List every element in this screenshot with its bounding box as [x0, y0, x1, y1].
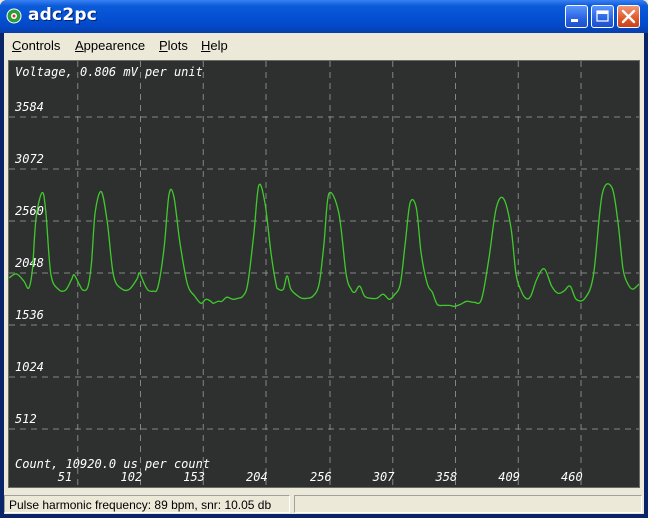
status-panel: Pulse harmonic frequency: 89 bpm, snr: 1… [4, 495, 290, 513]
x-axis-label: Count, 10920.0 us per count [15, 457, 210, 471]
x-tick-label: 51 [58, 470, 72, 484]
menu-plots-label: lots [167, 38, 188, 53]
menu-controls[interactable]: Controls [12, 38, 60, 53]
y-tick-label: 3584 [14, 100, 44, 114]
x-tick-label: 102 [121, 470, 143, 484]
title-bar[interactable]: adc2pc [0, 0, 648, 33]
x-tick-label: 153 [183, 470, 205, 484]
menu-appearence-label: ppearence [83, 38, 146, 53]
x-tick-label: 460 [561, 470, 583, 484]
app-icon [6, 8, 22, 24]
window-body: Controls Appearence Plots Help 512 1024 15… [4, 33, 644, 514]
status-text: Pulse harmonic frequency: 89 bpm, snr: 1… [9, 498, 272, 512]
x-tick-label: 256 [310, 470, 332, 484]
close-button[interactable] [617, 5, 640, 28]
menu-plots[interactable]: Plots [159, 38, 188, 53]
voltage-chart: 512 1024 1536 2048 2560 3072 3584 51 102 153 204 25… [9, 61, 639, 487]
voltage-plot[interactable]: 512 1024 1536 2048 2560 3072 3584 51 102 153 204 25… [8, 60, 640, 488]
maximize-button[interactable] [591, 5, 614, 28]
menu-help[interactable]: Help [201, 38, 228, 53]
minimize-icon [571, 19, 578, 22]
x-tick-label: 204 [246, 470, 268, 484]
menu-help-label: elp [210, 38, 228, 53]
y-tick-label: 1024 [15, 360, 44, 374]
app-window: adc2pc Controls Appearence Plots Help 51… [0, 0, 648, 518]
maximize-icon [596, 10, 609, 22]
status-bar: Pulse harmonic frequency: 89 bpm, snr: 1… [4, 492, 644, 514]
menu-plots-accel: P [159, 38, 168, 53]
y-tick-label: 1536 [15, 308, 44, 322]
x-tick-label: 409 [498, 470, 520, 484]
minimize-button[interactable] [565, 5, 588, 28]
voltage-trace [9, 183, 639, 308]
status-panel-empty [294, 495, 642, 513]
close-icon [621, 9, 636, 24]
menu-help-accel: H [201, 38, 211, 53]
y-tick-label: 3072 [14, 152, 44, 166]
y-axis-label: Voltage, 0.806 mV per unit [15, 65, 203, 79]
menu-appearence[interactable]: Appearence [75, 38, 145, 53]
window-title: adc2pc [28, 5, 97, 25]
menu-controls-accel: C [12, 38, 22, 53]
x-tick-label: 358 [435, 470, 458, 484]
menu-appearence-accel: A [75, 38, 84, 53]
y-tick-label: 2560 [15, 204, 44, 218]
menu-bar: Controls Appearence Plots Help [4, 33, 644, 57]
menu-controls-label: ontrols [21, 38, 61, 53]
x-tick-label: 307 [372, 470, 395, 484]
y-tick-label: 2048 [15, 256, 44, 270]
y-tick-label: 512 [15, 412, 37, 426]
